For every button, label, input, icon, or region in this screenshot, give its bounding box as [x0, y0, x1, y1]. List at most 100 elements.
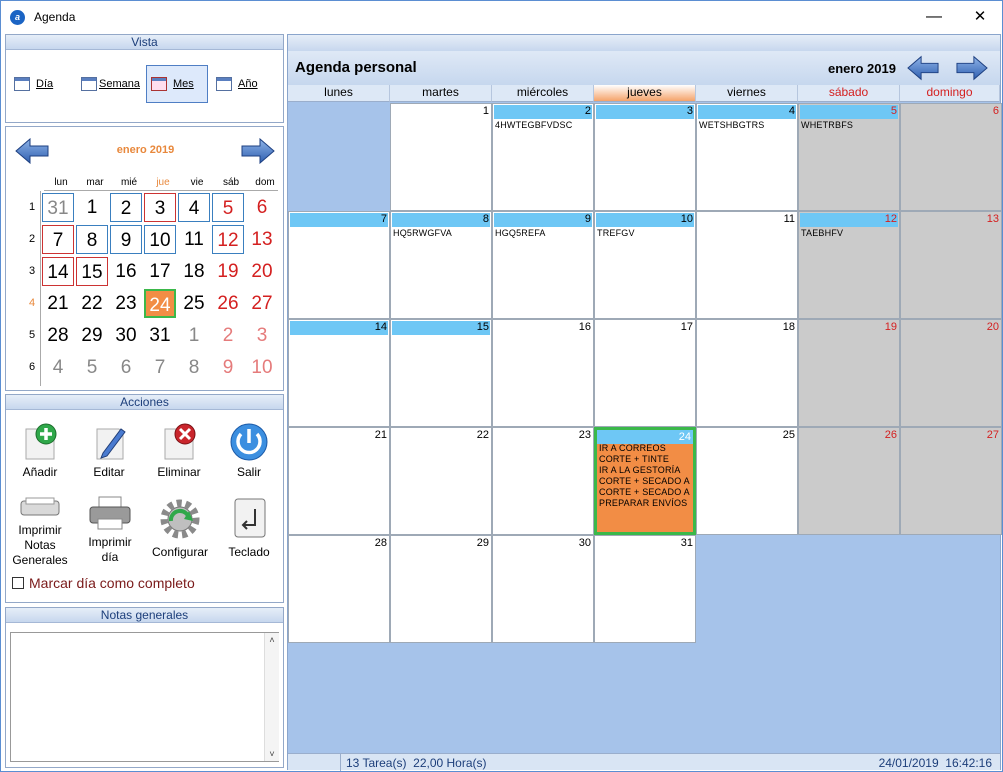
mini-day[interactable]: 1	[76, 193, 108, 222]
mini-day[interactable]: 29	[76, 321, 108, 350]
mini-day[interactable]: 11	[178, 225, 210, 254]
day-cell[interactable]: 24 IR A CORREOS CORTE + TINTE IR A LA GESTO…	[594, 427, 696, 535]
day-cell[interactable]: 21	[288, 427, 390, 535]
mini-day[interactable]: 5	[76, 353, 108, 382]
mini-day[interactable]: 2	[110, 193, 142, 222]
day-cell[interactable]: 8 HQ5RWGFVA	[390, 211, 492, 319]
checkbox-box[interactable]	[12, 577, 24, 589]
mini-day[interactable]: 6	[246, 193, 278, 222]
task-item[interactable]: WHETRBFS	[801, 120, 853, 131]
add-button[interactable]: Añadir	[14, 423, 66, 480]
close-button[interactable]: ✕	[957, 1, 1003, 33]
task-item[interactable]: IR A LA GESTORÍA	[599, 465, 681, 476]
mini-day[interactable]: 5	[212, 193, 244, 222]
day-cell[interactable]: 20	[900, 319, 1002, 427]
print-notes-button[interactable]: Imprimir Notas Generales	[8, 497, 72, 568]
view-week-button[interactable]: Semana	[81, 65, 140, 103]
mini-day[interactable]: 27	[246, 289, 278, 318]
task-item[interactable]: TAEBHFV	[801, 228, 843, 239]
day-cell[interactable]: 13	[900, 211, 1002, 319]
day-cell[interactable]: 4 WETSHBGTRS	[696, 103, 798, 211]
mini-day[interactable]: 19	[212, 257, 244, 286]
day-cell[interactable]: 17	[594, 319, 696, 427]
view-month-button[interactable]: Mes	[146, 65, 208, 103]
mini-day[interactable]: 31	[144, 321, 176, 350]
mini-day[interactable]: 10	[144, 225, 176, 254]
day-cell[interactable]: 9 HGQ5REFA	[492, 211, 594, 319]
day-cell[interactable]: 6	[900, 103, 1002, 211]
task-item[interactable]: IR A CORREOS	[599, 443, 666, 454]
notes-scrollbar[interactable]: ˄ ˅	[264, 633, 279, 761]
task-item[interactable]: CORTE + TINTE	[599, 454, 669, 465]
day-cell[interactable]: 30	[492, 535, 594, 643]
day-cell[interactable]: 26	[798, 427, 900, 535]
scroll-down-icon[interactable]: ˅	[265, 749, 279, 759]
day-cell[interactable]: 7	[288, 211, 390, 319]
mini-day[interactable]: 4	[178, 193, 210, 222]
keyboard-button[interactable]: Teclado	[224, 497, 274, 560]
mini-day[interactable]: 31	[42, 193, 74, 222]
mini-day[interactable]: 1	[178, 321, 210, 350]
mini-day[interactable]: 3	[144, 193, 176, 222]
mini-day[interactable]: 2	[212, 321, 244, 350]
mini-day[interactable]: 15	[76, 257, 108, 286]
mini-day[interactable]: 9	[212, 353, 244, 382]
day-cell[interactable]: 11	[696, 211, 798, 319]
task-item[interactable]: WETSHBGTRS	[699, 120, 765, 131]
day-cell[interactable]: 16	[492, 319, 594, 427]
mini-day[interactable]: 17	[144, 257, 176, 286]
mini-day[interactable]: 8	[178, 353, 210, 382]
agenda-prev-arrow-icon[interactable]	[907, 55, 939, 81]
mini-day[interactable]: 13	[246, 225, 278, 254]
task-item[interactable]: PREPARAR ENVÍOS	[599, 498, 687, 509]
mini-day[interactable]: 3	[246, 321, 278, 350]
mini-day[interactable]: 23	[110, 289, 142, 318]
mini-day[interactable]: 8	[76, 225, 108, 254]
exit-button[interactable]: Salir	[224, 421, 274, 480]
next-month-arrow-icon[interactable]	[241, 138, 275, 164]
notes-textarea[interactable]	[10, 632, 279, 762]
day-cell[interactable]: 3	[594, 103, 696, 211]
day-cell[interactable]: 1	[390, 103, 492, 211]
day-cell[interactable]: 5 WHETRBFS	[798, 103, 900, 211]
mini-day[interactable]: 22	[76, 289, 108, 318]
mini-day[interactable]: 21	[42, 289, 74, 318]
mini-day[interactable]: 24	[144, 289, 176, 318]
day-cell[interactable]: 19	[798, 319, 900, 427]
scroll-up-icon[interactable]: ˄	[265, 635, 279, 645]
mini-day[interactable]: 12	[212, 225, 244, 254]
view-year-button[interactable]: Año	[216, 65, 258, 103]
day-cell[interactable]: 18	[696, 319, 798, 427]
day-cell[interactable]: 28	[288, 535, 390, 643]
mini-day[interactable]: 28	[42, 321, 74, 350]
agenda-next-arrow-icon[interactable]	[956, 55, 988, 81]
day-cell[interactable]: 12 TAEBHFV	[798, 211, 900, 319]
day-cell[interactable]: 10 TREFGV	[594, 211, 696, 319]
task-item[interactable]: HQ5RWGFVA	[393, 228, 452, 239]
day-cell[interactable]: 27	[900, 427, 1002, 535]
delete-button[interactable]: Eliminar	[149, 423, 209, 480]
mini-day[interactable]: 20	[246, 257, 278, 286]
print-day-button[interactable]: Imprimir día	[80, 495, 140, 565]
task-item[interactable]: CORTE + SECADO A	[599, 476, 690, 487]
day-cell[interactable]: 14	[288, 319, 390, 427]
mini-day[interactable]: 30	[110, 321, 142, 350]
task-item[interactable]: CORTE + SECADO A	[599, 487, 690, 498]
mini-day[interactable]: 9	[110, 225, 142, 254]
task-item[interactable]: 4HWTEGBFVDSC	[495, 120, 572, 131]
edit-button[interactable]: Editar	[84, 423, 134, 480]
day-cell[interactable]: 2 4HWTEGBFVDSC	[492, 103, 594, 211]
mark-complete-checkbox[interactable]: Marcar día como completo	[12, 575, 195, 591]
mini-day[interactable]: 25	[178, 289, 210, 318]
day-cell[interactable]: 15	[390, 319, 492, 427]
mini-day[interactable]: 10	[246, 353, 278, 382]
mini-day[interactable]: 26	[212, 289, 244, 318]
minimize-button[interactable]: —	[911, 1, 957, 33]
view-day-button[interactable]: Día	[14, 65, 53, 103]
task-item[interactable]: TREFGV	[597, 228, 635, 239]
mini-day[interactable]: 14	[42, 257, 74, 286]
day-cell[interactable]: 22	[390, 427, 492, 535]
mini-day[interactable]: 18	[178, 257, 210, 286]
mini-day[interactable]: 7	[42, 225, 74, 254]
mini-day[interactable]: 4	[42, 353, 74, 382]
